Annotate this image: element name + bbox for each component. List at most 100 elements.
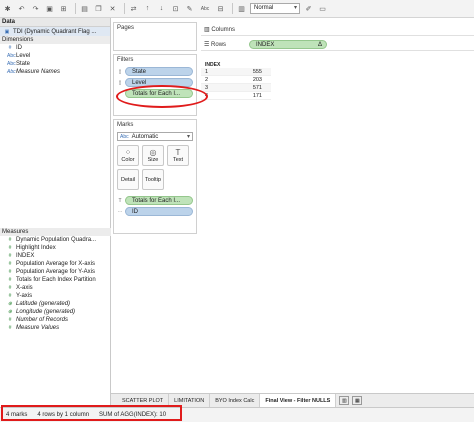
table-row[interactable]: 3 571 <box>201 84 271 92</box>
sheet-tab[interactable]: Final View - Filter NULLS <box>260 393 337 408</box>
color-label: Color <box>121 157 135 163</box>
field-label: State <box>16 61 31 67</box>
datasource-item[interactable]: ▣ TDI (Dynamic Quadrant Flag ... <box>0 27 110 36</box>
status-marks: 4 marks <box>6 412 28 418</box>
chart-icon[interactable]: ▥ <box>236 3 247 14</box>
tableau-logo-icon[interactable]: ✱ <box>2 3 13 14</box>
filters-card: Filters ▯ State ▯ Level Totals for Each … <box>113 54 197 116</box>
filter-state-pill[interactable]: State <box>125 67 193 76</box>
new-sheet-icon[interactable]: ▤ <box>79 3 90 14</box>
field-label: Highlight Index <box>16 245 56 251</box>
measure-field[interactable]: # Population Average for Y-Axis <box>0 268 111 276</box>
rows-icon: ☰ <box>204 42 212 48</box>
table-row[interactable]: 4 171 <box>201 92 271 100</box>
measure-field[interactable]: # X-axis <box>0 284 111 292</box>
dimensions-list: # ID Abc Level Abc State Abc Measure Names <box>0 44 110 76</box>
measure-field[interactable]: # Population Average for X-axis <box>0 260 111 268</box>
color-button[interactable]: ⁘ Color <box>117 145 139 166</box>
toolbar-divider <box>232 3 233 14</box>
mark-type-label: Automatic <box>131 133 159 140</box>
sort-descending-icon[interactable]: ↓ <box>156 3 167 14</box>
toolbar-divider <box>124 3 125 14</box>
labels-icon[interactable]: Abc <box>198 3 212 14</box>
detail-button[interactable]: Detail <box>117 169 139 190</box>
measure-field[interactable]: # Highlight Index <box>0 244 111 252</box>
rows-text: Rows <box>211 42 227 48</box>
field-type-icon: Abc <box>7 69 16 75</box>
presentation-icon[interactable]: ▭ <box>317 3 328 14</box>
field-label: Dynamic Population Quadra... <box>16 237 97 243</box>
tooltip-button[interactable]: Tooltip <box>142 169 164 190</box>
text-button[interactable]: T Text <box>167 145 189 166</box>
pen-icon[interactable]: ✐ <box>303 3 314 14</box>
filter-icon: ▯ <box>118 68 122 75</box>
field-label: Population Average for X-axis <box>16 261 95 267</box>
field-label: Number of Records <box>16 317 69 323</box>
new-worksheet-icon[interactable]: ▥ <box>339 396 350 405</box>
totals-pill[interactable]: Totals for Each I... <box>125 196 193 205</box>
pages-card: Pages <box>113 22 197 51</box>
swap-icon[interactable]: ⇄ <box>128 3 139 14</box>
tooltip-label: Tooltip <box>145 176 161 183</box>
marks-pill-id[interactable]: ⋯ ID <box>117 207 196 216</box>
mark-type-select[interactable]: Abc Automatic <box>117 132 193 141</box>
field-type-icon: # <box>8 253 12 259</box>
view-header: INDEX <box>205 62 221 68</box>
measure-field[interactable]: # INDEX <box>0 252 111 260</box>
redo-icon[interactable]: ↷ <box>30 3 41 14</box>
detail-mark-icon: ⋯ <box>117 208 123 215</box>
new-dashboard-icon[interactable]: ▦ <box>352 396 363 405</box>
measure-field[interactable]: # Measure Values <box>0 324 111 332</box>
shelves-column: Pages Filters ▯ State ▯ Level Totals for… <box>113 22 197 237</box>
toolbar-divider <box>75 3 76 14</box>
field-type-icon: ⊕ <box>7 301 13 307</box>
sheet-tab[interactable]: BYO Index Calc <box>210 393 261 408</box>
field-label: Measure Names <box>16 69 61 75</box>
rows-shelf[interactable]: ☰ Rows INDEX Δ <box>201 39 474 51</box>
clear-sheet-icon[interactable]: ✕ <box>107 3 118 14</box>
measure-field[interactable]: ⊕ Latitude (generated) <box>0 300 111 308</box>
measure-field[interactable]: # Totals for Each Index Partition <box>0 276 111 284</box>
measures-list: # Dynamic Population Quadra... # Highlight … <box>0 236 111 332</box>
measure-field[interactable]: # Number of Records <box>0 316 111 324</box>
dimension-field[interactable]: Abc Measure Names <box>0 68 110 76</box>
save-icon[interactable]: ▣ <box>44 3 55 14</box>
table-row[interactable]: 2 203 <box>201 76 271 84</box>
undo-icon[interactable]: ↶ <box>16 3 27 14</box>
measure-field[interactable]: ⊕ Longitude (generated) <box>0 308 111 316</box>
filter-level-pill[interactable]: Level <box>125 78 193 87</box>
sheet-tab[interactable]: LIMITATION <box>169 393 211 408</box>
filter-level[interactable]: ▯ Level <box>117 78 196 87</box>
add-datasource-icon[interactable]: ⊞ <box>58 3 69 14</box>
pages-title: Pages <box>117 25 135 31</box>
highlight-icon[interactable]: ✎ <box>184 3 195 14</box>
filter-totals[interactable]: Totals for Each I... <box>117 89 196 98</box>
row-value: 203 <box>252 76 262 83</box>
duplicate-sheet-icon[interactable]: ❐ <box>93 3 104 14</box>
marks-pill-totals[interactable]: T Totals for Each I... <box>117 196 196 205</box>
filter-totals-pill[interactable]: Totals for Each I... <box>125 89 193 98</box>
status-bar: 4 marks 4 rows by 1 column SUM of AGG(IN… <box>0 407 474 422</box>
sort-ascending-icon[interactable]: ↑ <box>142 3 153 14</box>
measure-field[interactable]: # Y-axis <box>0 292 111 300</box>
table-row[interactable]: 1 555 <box>201 68 271 76</box>
field-label: INDEX <box>16 253 35 259</box>
group-icon[interactable]: ⊡ <box>170 3 181 14</box>
id-pill[interactable]: ID <box>125 207 193 216</box>
toolbar: ✱ ↶ ↷ ▣ ⊞ ▤ ❐ ✕ ⇄ ↑ ↓ ⊡ ✎ Abc ⊟ ▥ Normal… <box>0 0 474 18</box>
fit-select[interactable]: Normal <box>250 3 300 14</box>
rows-index-pill[interactable]: INDEX Δ <box>249 40 327 49</box>
columns-shelf[interactable]: ▥ Columns <box>201 24 474 36</box>
mark-type-icon: Abc <box>120 133 129 140</box>
dimension-field[interactable]: # ID <box>0 44 110 52</box>
fix-axes-icon[interactable]: ⊟ <box>215 3 226 14</box>
dimension-field[interactable]: Abc State <box>0 60 110 68</box>
field-type-icon: # <box>8 325 12 331</box>
sheet-tabs: SCATTER PLOT LIMITATION BYO Index Calc Fina… <box>111 393 474 408</box>
rows-pill-label: INDEX <box>256 41 275 48</box>
size-button[interactable]: ◎ Size <box>142 145 164 166</box>
filter-state[interactable]: ▯ State <box>117 67 196 76</box>
dimension-field[interactable]: Abc Level <box>0 52 110 60</box>
measure-field[interactable]: # Dynamic Population Quadra... <box>0 236 111 244</box>
sheet-tab[interactable]: SCATTER PLOT <box>117 393 170 408</box>
